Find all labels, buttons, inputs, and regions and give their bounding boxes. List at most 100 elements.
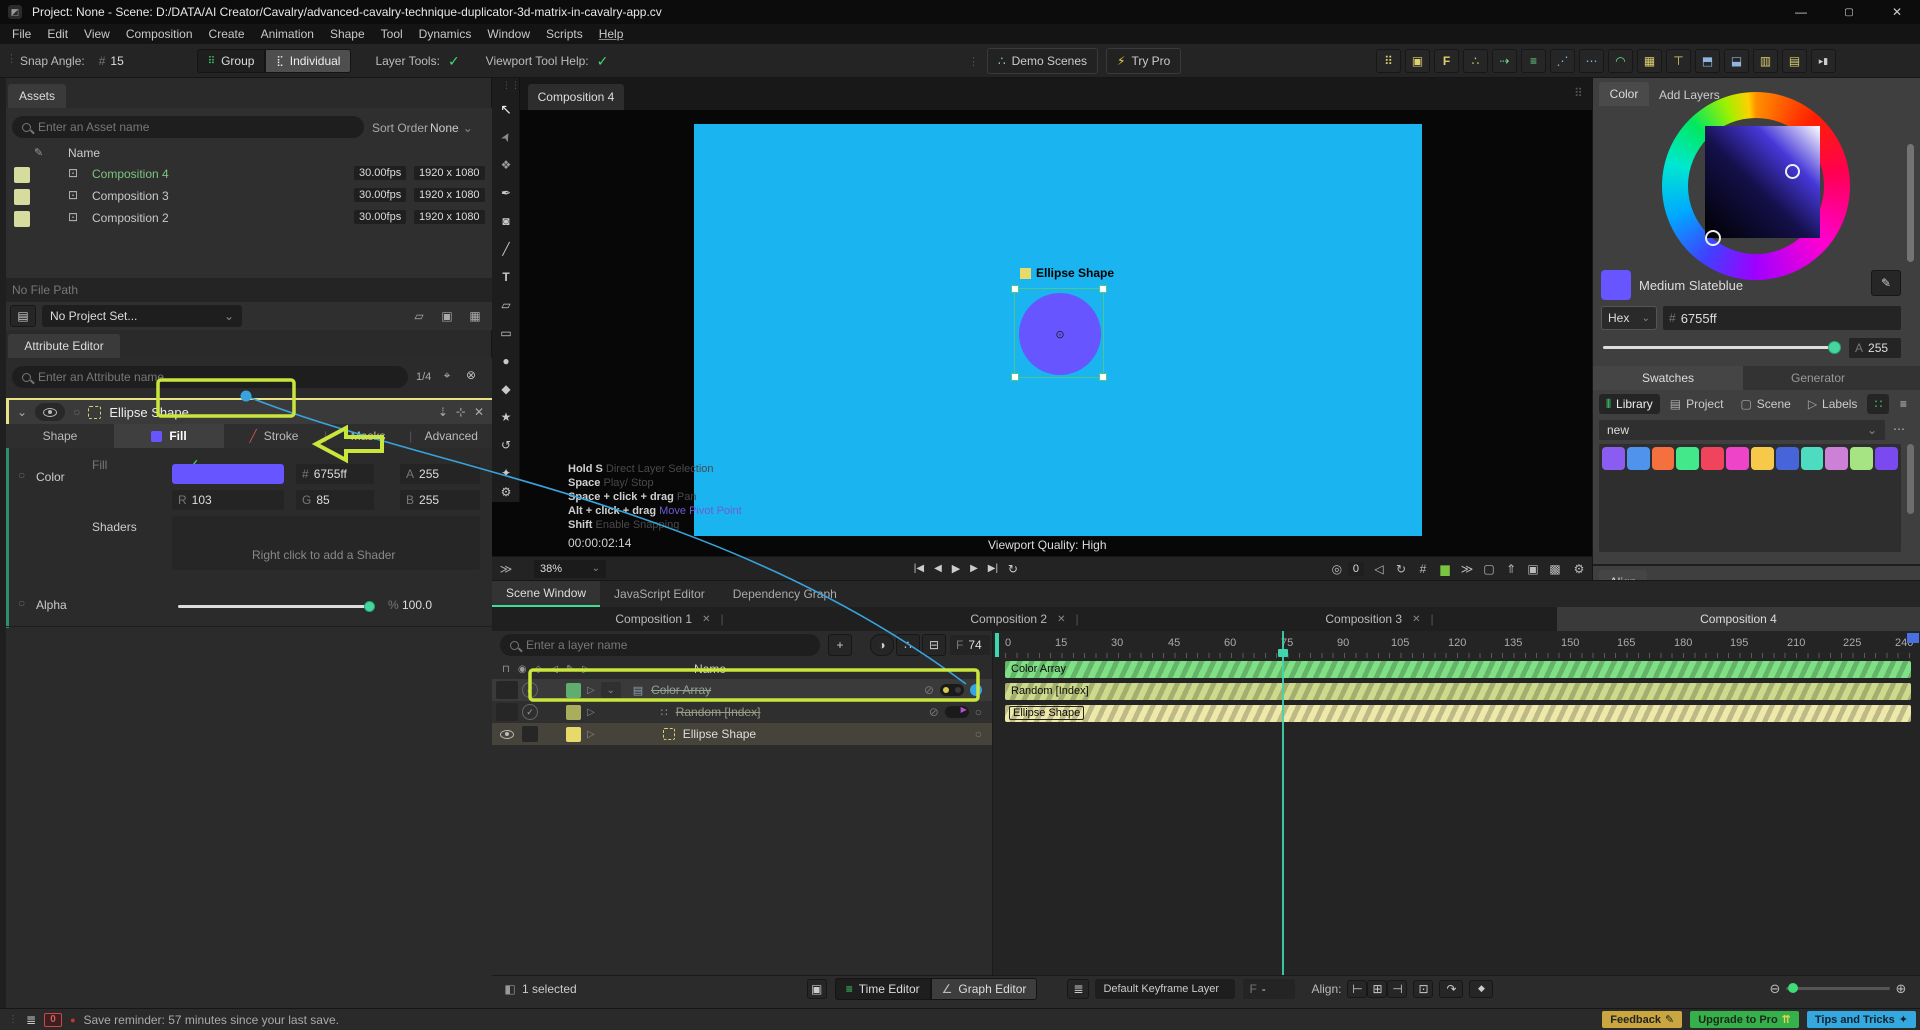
close-tab-icon[interactable]: ✕ xyxy=(1057,614,1065,625)
selection-handle[interactable] xyxy=(1011,285,1019,293)
menu-dynamics[interactable]: Dynamics xyxy=(411,27,480,41)
toolbar-icon-forge[interactable]: F xyxy=(1434,49,1459,73)
alpha-field[interactable]: A 255 xyxy=(400,464,480,484)
kf-align-right-button[interactable]: ⊣ xyxy=(1387,979,1408,998)
kf-align-center-button[interactable]: ⊞ xyxy=(1367,979,1388,998)
toolbar-icon-dock-bottom[interactable]: ⬓ xyxy=(1724,49,1749,73)
toggle-pill[interactable]: ▶ xyxy=(944,705,969,718)
frame-field[interactable]: F 74 xyxy=(950,635,990,655)
toolbar-icon-spreadsheet[interactable]: ▦ xyxy=(1637,49,1662,73)
go-to-end-button[interactable]: ▶| xyxy=(983,563,1003,574)
swatch-more-button[interactable]: ⋯ xyxy=(1893,422,1905,436)
close-attribute-icon[interactable]: ✕ xyxy=(474,405,484,419)
timeline-bar-color-array[interactable]: Color Array xyxy=(1005,661,1911,678)
alpha-slider[interactable] xyxy=(178,601,375,612)
tab-dependency-graph[interactable]: Dependency Graph xyxy=(719,581,851,607)
swatch[interactable] xyxy=(1602,447,1625,470)
toolbar-icon-camera[interactable]: ▸▮ xyxy=(1811,49,1836,73)
toolbar-icon-scatter[interactable]: ∴ xyxy=(1463,49,1488,73)
add-layer-button[interactable]: + xyxy=(828,634,852,656)
menu-help[interactable]: Help xyxy=(591,27,632,41)
keyframe-list-icon[interactable]: ≣ xyxy=(1067,978,1090,999)
clear-filter-icon[interactable]: ⊗ xyxy=(462,368,480,382)
expand-chevron[interactable]: ⌄ xyxy=(600,682,621,698)
keyframe-circle[interactable]: ○ xyxy=(18,468,25,482)
menu-animation[interactable]: Animation xyxy=(253,27,322,41)
individual-toggle-button[interactable]: ⣏ Individual xyxy=(265,49,352,73)
viewport-settings-icon[interactable]: ⚙ xyxy=(1566,562,1592,576)
swatch[interactable] xyxy=(1676,447,1700,470)
project-button[interactable]: ▤ Project xyxy=(1663,394,1731,414)
pivot-icon[interactable]: ⊙ xyxy=(1054,328,1066,341)
snap-angle-input[interactable]: # 15 xyxy=(92,51,165,71)
layer-swatch[interactable] xyxy=(566,726,581,742)
upgrade-to-pro-button[interactable]: Upgrade to Pro ⇈ xyxy=(1690,1011,1799,1028)
swatches-scrollbar[interactable] xyxy=(1907,444,1914,514)
alpha-slider-knob[interactable] xyxy=(364,601,375,612)
kf-box-button[interactable]: ⊡ xyxy=(1413,979,1434,998)
play-button[interactable]: ▶ xyxy=(947,562,965,575)
project-set-dropdown[interactable]: No Project Set... ⌄ xyxy=(42,305,242,327)
menu-file[interactable]: File xyxy=(4,27,39,41)
toggle-pill[interactable] xyxy=(940,684,964,696)
eyedropper-button[interactable]: ✎ xyxy=(1871,270,1901,296)
editor-mode-icon[interactable]: ▣ xyxy=(806,978,827,999)
layer-swatch[interactable] xyxy=(566,682,581,698)
close-tab-icon[interactable]: ✕ xyxy=(1412,614,1420,625)
asset-search-input[interactable]: Enter an Asset name xyxy=(12,116,364,138)
keyframe-circle[interactable]: ○ xyxy=(975,705,982,719)
maximize-button[interactable]: ▢ xyxy=(1826,0,1872,24)
tab-add-layers[interactable]: Add Layers xyxy=(1659,88,1720,102)
try-pro-button[interactable]: ⚡ Try Pro xyxy=(1106,48,1182,74)
tab-swatches[interactable]: Swatches xyxy=(1593,366,1743,390)
timeline-bar-random-index[interactable]: Random [Index] xyxy=(1005,683,1911,700)
grid-overlay-icon[interactable]: # xyxy=(1412,562,1434,576)
current-color-swatch[interactable] xyxy=(1601,270,1631,300)
timeline-zoom-out[interactable]: ⊖ xyxy=(1764,981,1786,997)
timeline-zoom-slider[interactable] xyxy=(1786,983,1890,993)
select-tool[interactable]: ↖ xyxy=(492,96,520,122)
red-field[interactable]: R 103 xyxy=(172,490,284,510)
timeline-ruler[interactable]: 0 15 30 45 60 75 90 105 120 135 150 165 … xyxy=(993,631,1920,659)
comp-tab-composition-4[interactable]: Composition 4 xyxy=(1557,607,1920,631)
layer-tools-checkbox[interactable]: ✓ xyxy=(448,53,460,70)
project-folder-button[interactable]: ▤ xyxy=(10,305,36,327)
selection-handle[interactable] xyxy=(1099,373,1107,381)
playhead-handle[interactable] xyxy=(1278,649,1288,657)
kf-align-left-button[interactable]: ⊢ xyxy=(1347,979,1368,998)
asset-row-composition-2[interactable]: ⊡ Composition 2 30.00fps 1920 x 1080 xyxy=(6,208,492,230)
fill-color-swatch[interactable] xyxy=(172,464,284,484)
disabled-icon[interactable]: ⊘ xyxy=(929,705,939,719)
panel-scrollbar[interactable] xyxy=(1907,144,1914,262)
chevron-down-icon[interactable]: ⌄ xyxy=(17,405,27,419)
toolbar-icon-dock-top[interactable]: ⬒ xyxy=(1695,49,1720,73)
layer-row-color-array[interactable]: ✓ ▷ ⌄ ▤ Color Array ⊘ xyxy=(492,679,992,701)
menu-view[interactable]: View xyxy=(76,27,118,41)
panel-layout-icon[interactable]: ▣ xyxy=(436,309,458,323)
library-button[interactable]: ⫴ Library xyxy=(1599,394,1660,414)
swatch[interactable] xyxy=(1750,447,1774,470)
layer-search-input[interactable]: Enter a layer name xyxy=(500,634,820,656)
comp-tab-composition-1[interactable]: Composition 1 ✕ | xyxy=(492,607,847,631)
asset-row-composition-4[interactable]: ⊡ Composition 4 30.00fps 1920 x 1080 xyxy=(6,164,492,186)
layer-row-ellipse-shape[interactable]: ▷ Ellipse Shape ○ xyxy=(492,723,992,745)
menu-shape[interactable]: Shape xyxy=(322,27,373,41)
tab-fill[interactable]: Fill xyxy=(114,424,224,448)
tab-masks[interactable]: Masks xyxy=(327,424,409,448)
layer-swatch[interactable] xyxy=(566,704,581,720)
swatch[interactable] xyxy=(1726,447,1749,470)
pin-icon[interactable]: ⇣ xyxy=(438,405,448,419)
disabled-icon[interactable]: ⊘ xyxy=(924,683,934,697)
screen-color-icon[interactable]: ▆ xyxy=(1434,562,1456,576)
new-folder-icon[interactable]: ▱ xyxy=(408,309,430,323)
onion-skin-button[interactable]: ◑ xyxy=(870,634,894,656)
menu-composition[interactable]: Composition xyxy=(118,27,201,41)
tab-scene-window[interactable]: Scene Window xyxy=(492,581,601,607)
monitor-out-icon[interactable]: ▢ xyxy=(1478,562,1500,576)
direct-select-tool[interactable]: ➤ xyxy=(488,118,525,155)
color-alpha-knob[interactable] xyxy=(1828,341,1841,354)
grid-view-button[interactable]: ∷ xyxy=(1867,394,1890,414)
eye-icon[interactable]: ◉ xyxy=(518,664,527,675)
toolbar-icon-dots[interactable]: ⋯ xyxy=(1579,49,1604,73)
minimize-button[interactable]: — xyxy=(1778,0,1824,24)
